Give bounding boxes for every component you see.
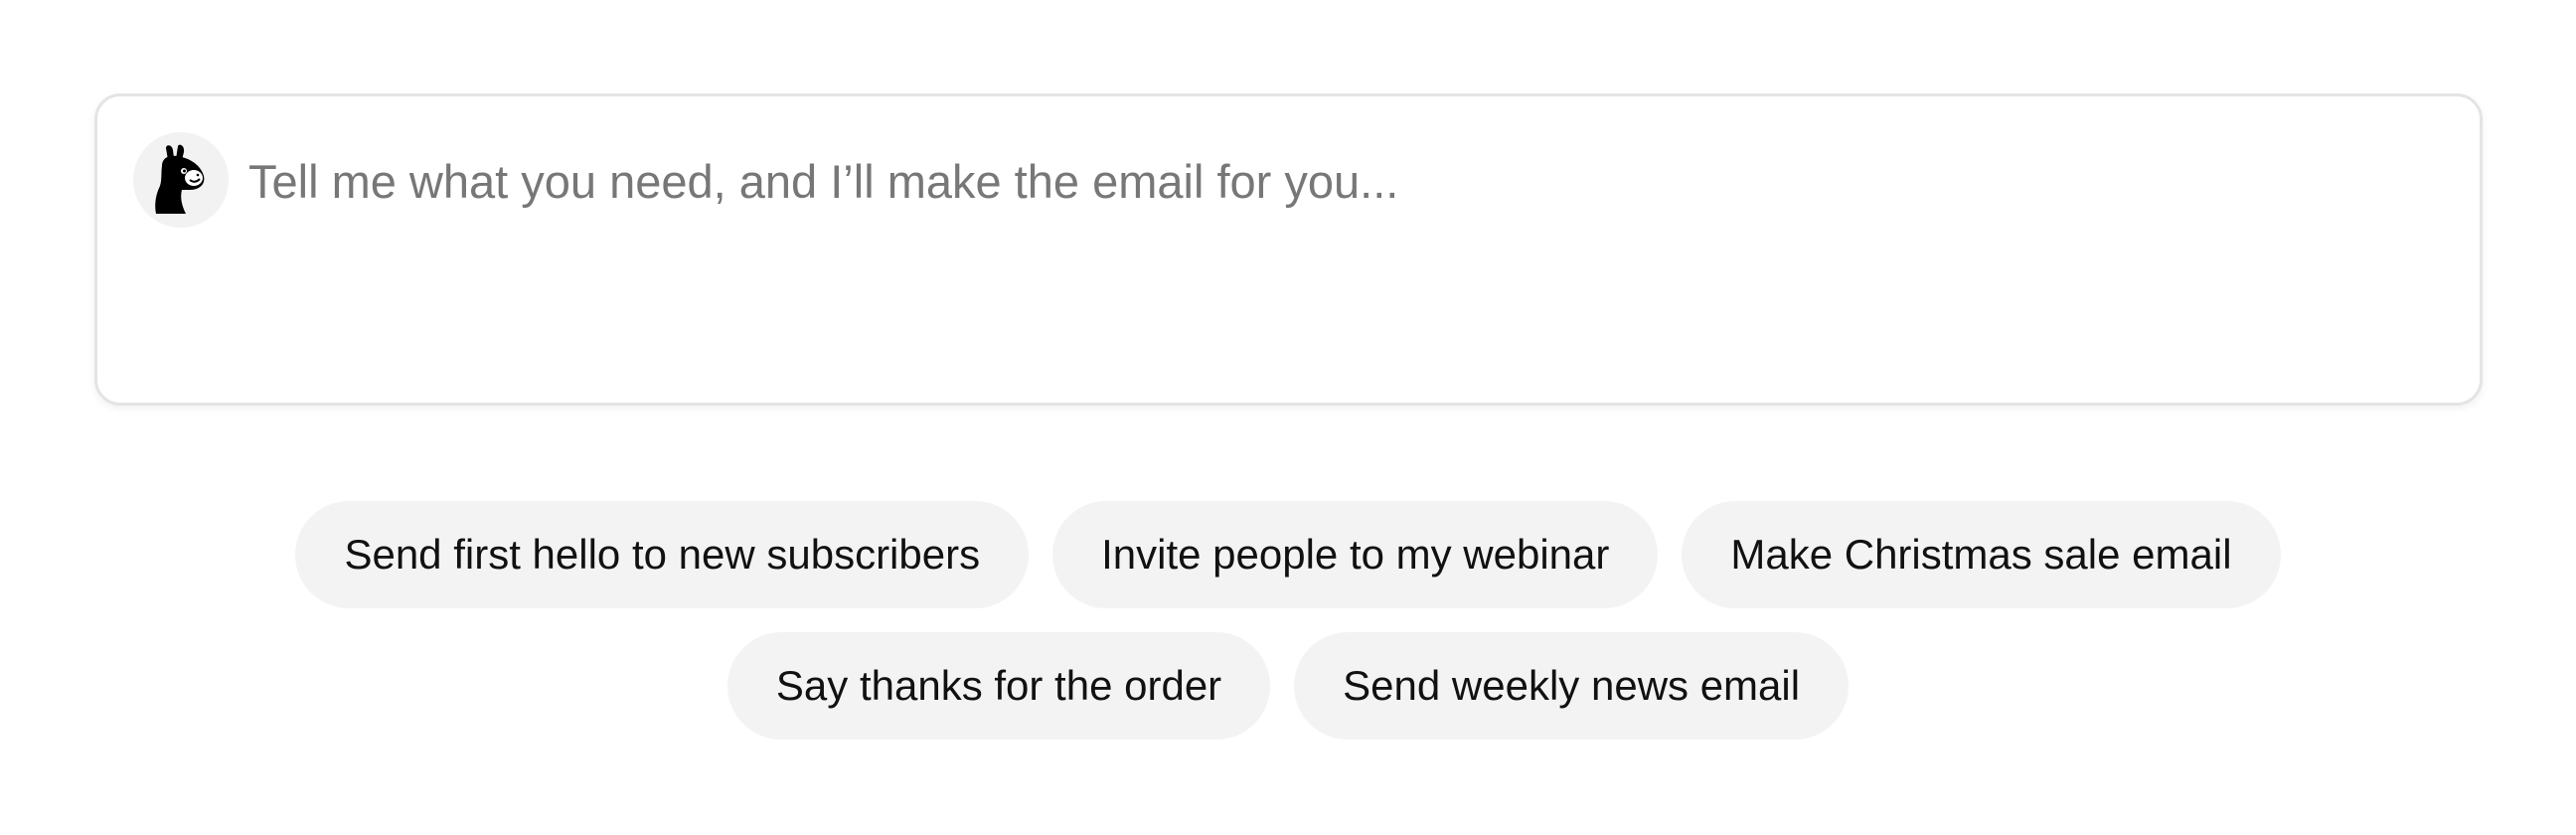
- prompt-input[interactable]: [248, 136, 2435, 226]
- email-generator-page: Send first hello to new subscribers Invi…: [0, 0, 2576, 835]
- suggestion-chip-welcome[interactable]: Send first hello to new subscribers: [295, 501, 1030, 608]
- llama-icon: [152, 144, 210, 216]
- suggestion-row-2: Say thanks for the order Send weekly new…: [726, 632, 1850, 740]
- suggestion-chip-weekly-news[interactable]: Send weekly news email: [1294, 632, 1850, 740]
- suggestion-chip-order-thanks[interactable]: Say thanks for the order: [726, 632, 1271, 740]
- assistant-avatar: [133, 132, 229, 228]
- suggestion-row-1: Send first hello to new subscribers Invi…: [295, 501, 2281, 608]
- suggestion-chip-christmas-sale[interactable]: Make Christmas sale email: [1682, 501, 2281, 608]
- prompt-composer[interactable]: [94, 93, 2483, 406]
- suggestion-chips: Send first hello to new subscribers Invi…: [0, 501, 2576, 740]
- suggestion-chip-webinar[interactable]: Invite people to my webinar: [1052, 501, 1659, 608]
